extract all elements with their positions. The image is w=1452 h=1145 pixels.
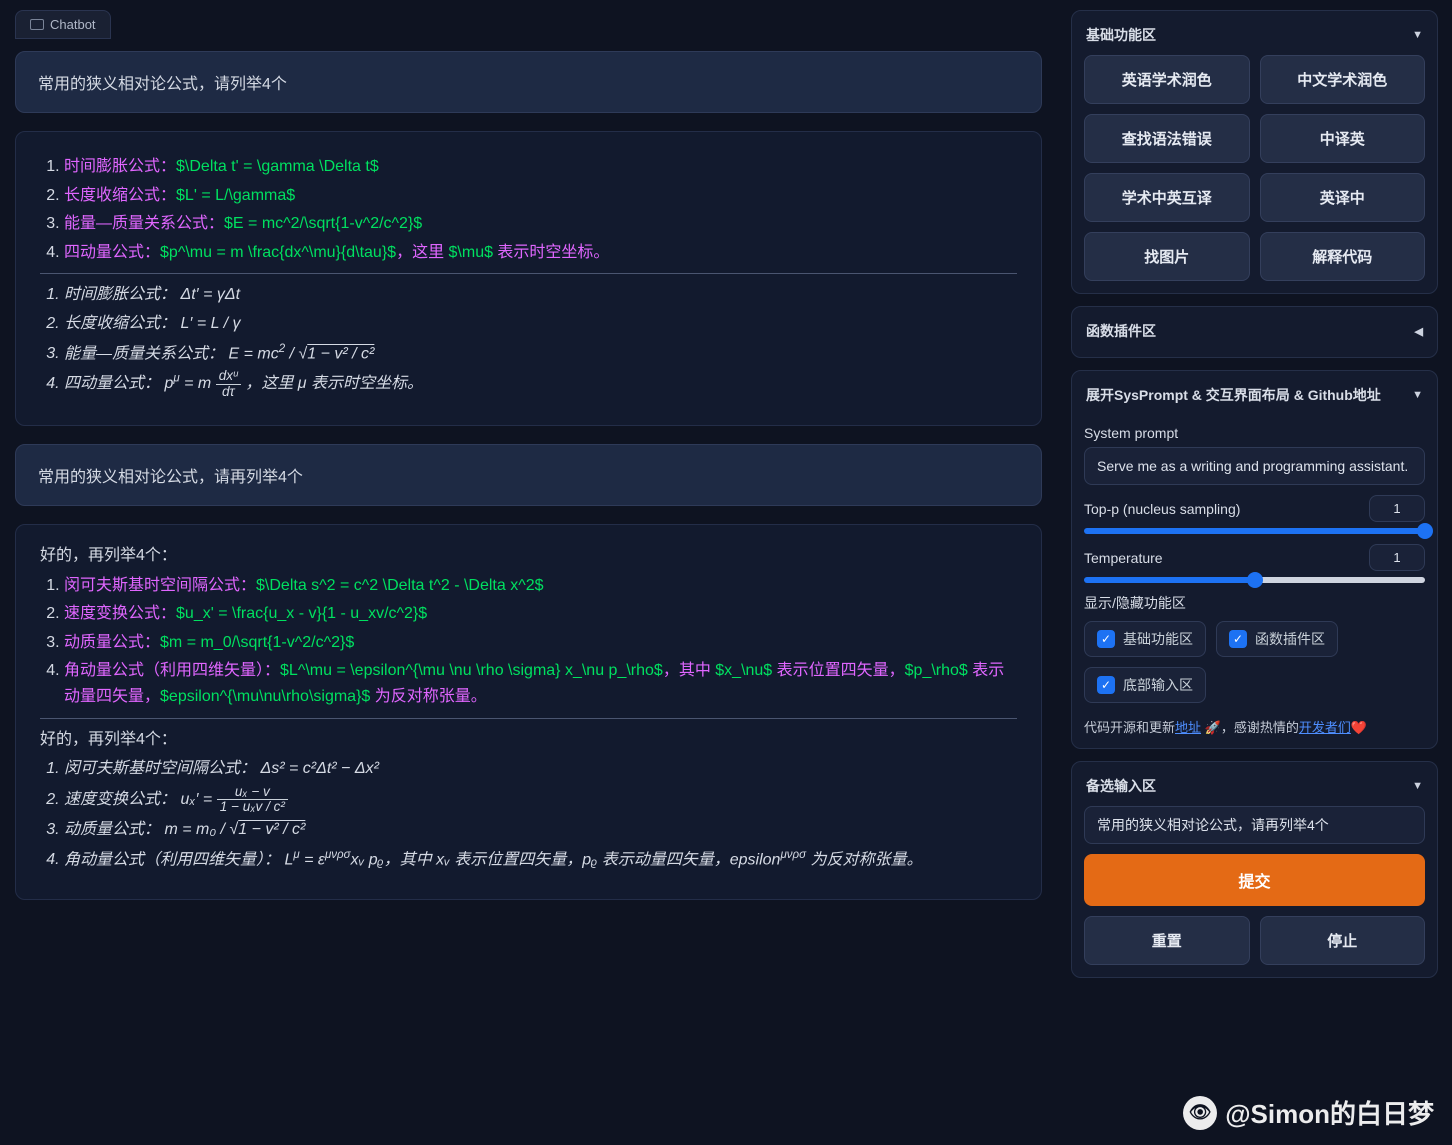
user-message: 常用的狭义相对论公式，请列举4个 (15, 51, 1042, 113)
btn-find-image[interactable]: 找图片 (1084, 232, 1250, 281)
system-prompt-label: System prompt (1084, 425, 1425, 441)
stop-button[interactable]: 停止 (1260, 916, 1426, 965)
check-icon: ✓ (1097, 676, 1115, 694)
checkbox-plugins-area[interactable]: ✓ 函数插件区 (1216, 621, 1338, 657)
checkbox-bottom-input[interactable]: ✓ 底部输入区 (1084, 667, 1206, 703)
btn-zh-to-en[interactable]: 中译英 (1260, 114, 1426, 163)
sysprompt-header[interactable]: 展开SysPrompt & 交互界面布局 & Github地址 ▼ (1084, 381, 1425, 415)
system-prompt-input[interactable] (1084, 447, 1425, 485)
submit-button[interactable]: 提交 (1084, 854, 1425, 906)
temperature-value[interactable]: 1 (1369, 544, 1425, 571)
plugins-header[interactable]: 函数插件区 ◀ (1084, 317, 1425, 345)
alt-input-field[interactable] (1084, 806, 1425, 844)
btn-chinese-polish[interactable]: 中文学术润色 (1260, 55, 1426, 104)
basic-area-header[interactable]: 基础功能区 ▼ (1084, 21, 1425, 55)
check-icon: ✓ (1097, 630, 1115, 648)
alt-input-panel: 备选输入区 ▼ 提交 重置 停止 (1071, 761, 1438, 978)
basic-area-title: 基础功能区 (1086, 25, 1156, 45)
plugins-title: 函数插件区 (1086, 321, 1156, 341)
bot-message: 好的，再列举4个： 闵可夫斯基时空间隔公式：$\Delta s^2 = c^2 … (15, 524, 1042, 900)
topp-value[interactable]: 1 (1369, 495, 1425, 522)
chatbot-icon (30, 19, 44, 30)
credits-text: 代码开源和更新地址 🚀，感谢热情的开发者们❤️ (1084, 717, 1425, 736)
sysprompt-panel: 展开SysPrompt & 交互界面布局 & Github地址 ▼ System… (1071, 370, 1438, 749)
check-icon: ✓ (1229, 630, 1247, 648)
user-message: 常用的狭义相对论公式，请再列举4个 (15, 444, 1042, 506)
chevron-down-icon: ▼ (1412, 29, 1423, 41)
sysprompt-title: 展开SysPrompt & 交互界面布局 & Github地址 (1086, 385, 1381, 405)
btn-find-grammar[interactable]: 查找语法错误 (1084, 114, 1250, 163)
plugins-panel: 函数插件区 ◀ (1071, 306, 1438, 358)
topp-label: Top-p (nucleus sampling) (1084, 501, 1240, 517)
temperature-label: Temperature (1084, 550, 1163, 566)
bot-message: 时间膨胀公式：$\Delta t' = \gamma \Delta t$ 长度收… (15, 131, 1042, 426)
show-hide-label: 显示/隐藏功能区 (1084, 593, 1425, 613)
devs-link[interactable]: 开发者们 (1299, 720, 1351, 735)
reset-button[interactable]: 重置 (1084, 916, 1250, 965)
topp-slider[interactable] (1084, 528, 1425, 534)
btn-english-polish[interactable]: 英语学术润色 (1084, 55, 1250, 104)
chevron-left-icon: ◀ (1415, 325, 1423, 338)
chat-tab-label: Chatbot (50, 17, 96, 32)
alt-input-header[interactable]: 备选输入区 ▼ (1084, 772, 1425, 806)
btn-en-to-zh[interactable]: 英译中 (1260, 173, 1426, 222)
temperature-slider[interactable] (1084, 577, 1425, 583)
btn-academic-trans[interactable]: 学术中英互译 (1084, 173, 1250, 222)
alt-input-title: 备选输入区 (1086, 776, 1156, 796)
checkbox-basic-area[interactable]: ✓ 基础功能区 (1084, 621, 1206, 657)
chat-tab[interactable]: Chatbot (15, 10, 111, 39)
chevron-down-icon: ▼ (1412, 780, 1423, 792)
chevron-down-icon: ▼ (1412, 389, 1423, 401)
btn-explain-code[interactable]: 解释代码 (1260, 232, 1426, 281)
basic-area-panel: 基础功能区 ▼ 英语学术润色 中文学术润色 查找语法错误 中译英 学术中英互译 … (1071, 10, 1438, 294)
repo-link[interactable]: 地址 (1175, 720, 1201, 735)
